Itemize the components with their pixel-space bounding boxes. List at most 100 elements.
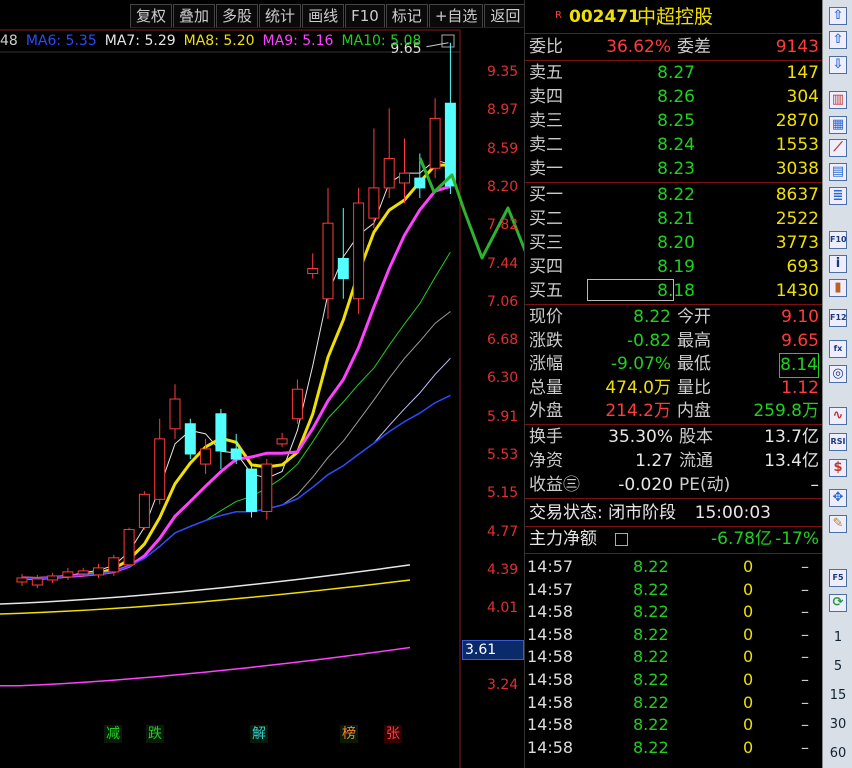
candlestick-icon[interactable]: ▥	[823, 88, 852, 112]
stat-label: 今开	[677, 307, 711, 327]
ask-label: 卖五	[529, 63, 563, 83]
candle-body	[16, 577, 28, 583]
tick-price: 8.22	[633, 557, 669, 576]
toolbar-button[interactable]: 多股	[216, 4, 259, 28]
tick-row: 14:57 8.22 0 –	[527, 556, 819, 579]
up-arrow-icon[interactable]: ⇧	[823, 4, 852, 28]
bid-row[interactable]: 买一 8.22 8637	[529, 184, 821, 207]
ma-line	[21, 251, 451, 579]
grid-icon[interactable]: ▦	[823, 113, 852, 137]
fund-label: PE(动)	[679, 475, 731, 495]
bid-row[interactable]: 买五 8.18 1430	[529, 280, 821, 303]
weibi-value: 36.62%	[606, 37, 671, 57]
toolbar-button[interactable]: 画线	[302, 4, 345, 28]
event-tag[interactable]: 减	[104, 725, 122, 743]
bid-row[interactable]: 买二 8.21 2522	[529, 208, 821, 231]
fund-value: –	[810, 475, 820, 495]
bid-row[interactable]: 买三 8.20 3773	[529, 232, 821, 255]
high-marker-line	[426, 42, 449, 48]
ask-row[interactable]: 卖五 8.27 147	[529, 62, 821, 85]
ma-legend-item: MA10: 5.08	[341, 33, 422, 49]
candle-body	[154, 438, 166, 500]
bar-chart-icon[interactable]: ▤	[823, 160, 852, 184]
period-button[interactable]: 1	[823, 625, 852, 649]
tick-volume: 0	[743, 647, 754, 667]
fx-icon[interactable]: fx	[823, 337, 852, 361]
tick-time: 14:57	[527, 579, 574, 599]
list-icon[interactable]: ≣	[823, 184, 852, 208]
refresh-icon-glyph: ⟳	[829, 594, 847, 612]
tick-time: 14:58	[527, 624, 574, 644]
line-chart-icon[interactable]: ⟋	[823, 136, 852, 160]
bid-row[interactable]: 买四 8.19 693	[529, 256, 821, 279]
move-icon[interactable]: ✥	[823, 486, 852, 510]
candle-body	[307, 268, 319, 275]
ask-row[interactable]: 卖三 8.25 2870	[529, 110, 821, 133]
candle-body	[138, 493, 150, 529]
candle-body	[368, 187, 380, 219]
down-outline-arrow-icon[interactable]: ⇩	[823, 53, 852, 77]
circle-icon-glyph: ◎	[829, 365, 847, 383]
bid-price: 8.19	[657, 257, 695, 277]
event-tag[interactable]: 榜	[340, 725, 358, 743]
toolbar-button[interactable]: 复权	[130, 4, 173, 28]
candle-body	[337, 257, 349, 280]
dollar-icon[interactable]: $	[823, 456, 852, 480]
circle-icon[interactable]: ◎	[823, 362, 852, 386]
f10-icon[interactable]: F10	[823, 228, 852, 252]
event-tag[interactable]: 跌	[146, 725, 164, 743]
wave-icon[interactable]: ∿	[823, 404, 852, 428]
tick-row: 14:58 8.22 0 –	[527, 737, 819, 760]
toolbar-button[interactable]: 标记	[385, 4, 428, 28]
tick-price: 8.22	[633, 647, 669, 667]
bid-volume: 693	[786, 257, 819, 277]
rsi-icon[interactable]: RSI	[823, 430, 852, 454]
fx-icon-glyph: fx	[829, 340, 847, 358]
tick-direction: –	[801, 602, 809, 622]
f12-icon[interactable]: F12	[823, 306, 852, 330]
selected-bid-box[interactable]	[587, 279, 674, 301]
price-tick: 4.39	[487, 561, 519, 578]
tick-price: 8.22	[633, 692, 669, 712]
period-button[interactable]: 30	[823, 712, 852, 736]
stat-label: 最高	[677, 330, 711, 351]
fund-label: 流通	[679, 451, 713, 471]
ask-row[interactable]: 卖二 8.24 1553	[529, 134, 821, 157]
ask-row[interactable]: 卖一 8.23 3038	[529, 158, 821, 181]
up-arrow-icon-glyph: ⇧	[829, 7, 847, 25]
ask-row[interactable]: 卖四 8.26 304	[529, 86, 821, 109]
main-flow-list-icon[interactable]	[615, 533, 628, 546]
candle-body	[399, 172, 410, 184]
stat-label: 涨跌	[529, 330, 563, 351]
period-button[interactable]: 60	[823, 741, 852, 765]
tick-volume: 0	[743, 737, 754, 757]
ma-line	[21, 163, 451, 580]
fund-label: 收益㊂	[529, 475, 580, 495]
period-button[interactable]: 5	[823, 654, 852, 678]
main-flow-pct: -17%	[775, 529, 819, 549]
kline-chart[interactable]: 9.65	[0, 0, 524, 768]
candle-body	[291, 388, 303, 420]
refresh-icon[interactable]: ⟳	[823, 591, 852, 615]
price-tick: 6.68	[487, 332, 519, 349]
event-tag[interactable]: 解	[250, 725, 268, 743]
f5-icon[interactable]: F5	[823, 566, 852, 590]
notebook-icon[interactable]: ▮	[823, 276, 852, 300]
info-icon[interactable]: i	[823, 252, 852, 276]
toolbar-button[interactable]: F10	[345, 4, 385, 28]
stat-value: 9.65	[781, 330, 819, 351]
bid-label: 买一	[529, 185, 563, 205]
toolbar-button[interactable]: 统计	[259, 4, 302, 28]
up-outline-arrow-icon[interactable]: ⇧	[823, 28, 852, 52]
stat-row: 现价 8.22 今开 9.10	[529, 306, 821, 329]
price-tick: 8.20	[487, 178, 519, 195]
event-tag[interactable]: 张	[384, 725, 402, 743]
period-button[interactable]: 15	[823, 683, 852, 707]
kline-chart-area[interactable]: 9.65 复权 叠加 多股 统计 画线 F10 标记 +自选 返回 48 MA6: 5.35 MA7…	[0, 0, 527, 768]
tick-direction: –	[801, 715, 809, 735]
stat-value: 8.14	[779, 353, 819, 378]
toolbar-button[interactable]: 叠加	[173, 4, 216, 28]
candle-body	[414, 177, 426, 189]
tick-row: 14:58 8.22 0 –	[527, 624, 819, 647]
pencil-icon[interactable]: ✎	[823, 512, 852, 536]
